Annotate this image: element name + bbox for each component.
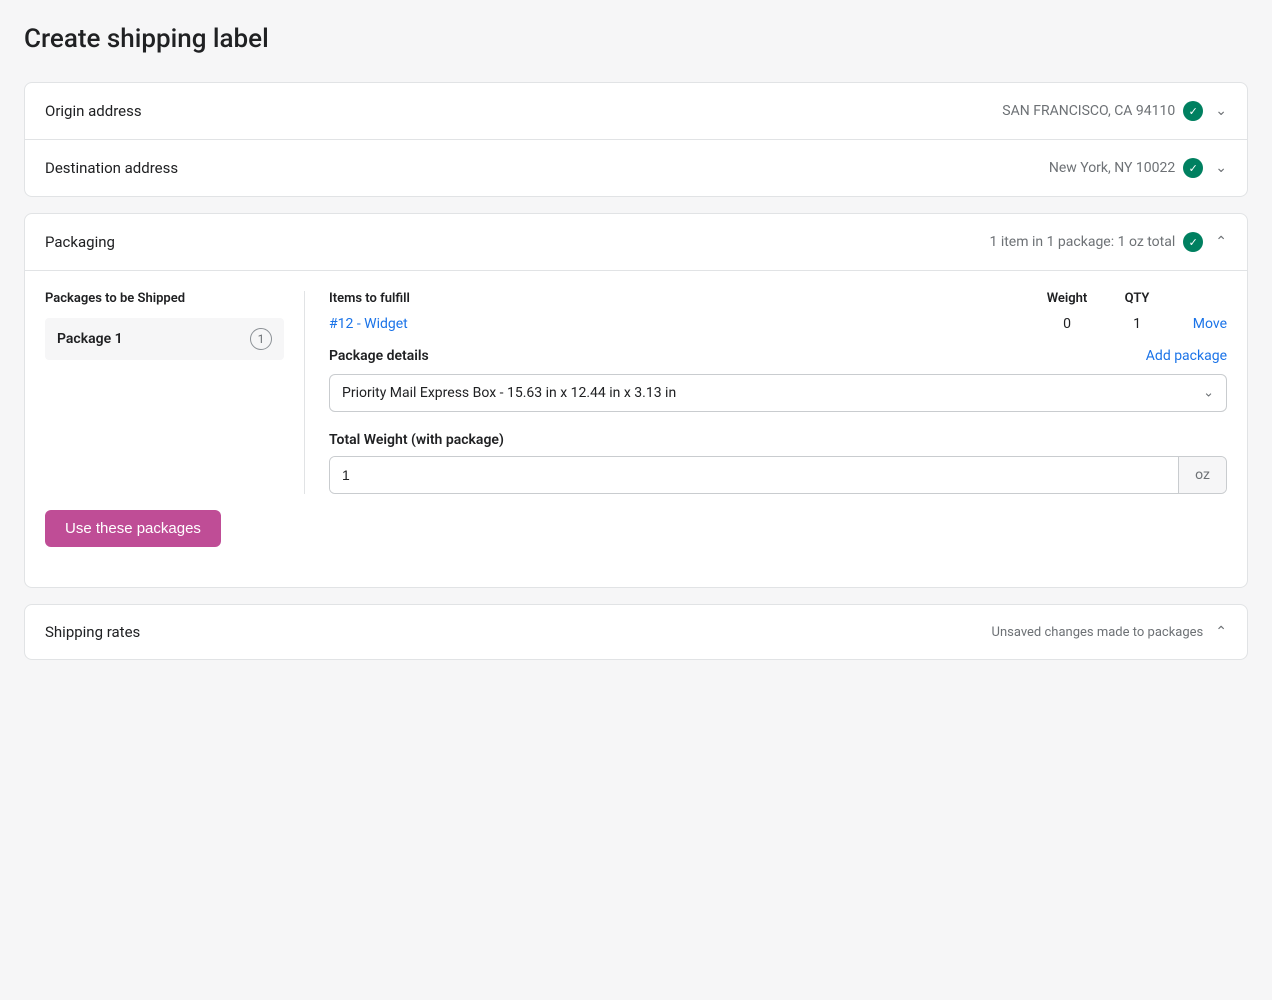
package-1-item[interactable]: Package 1 1	[45, 318, 284, 360]
packaging-section: Packaging 1 item in 1 package: 1 oz tota…	[24, 213, 1248, 588]
packaging-summary: 1 item in 1 package: 1 oz total	[989, 234, 1175, 250]
destination-address-right: New York, NY 10022 ✓ ⌄	[1049, 158, 1227, 178]
origin-verified-icon: ✓	[1183, 101, 1203, 121]
package-1-count: 1	[250, 328, 272, 350]
package-1-name: Package 1	[57, 331, 123, 347]
item-qty-value: 1	[1107, 316, 1167, 332]
origin-address-right: SAN FRANCISCO, CA 94110 ✓ ⌄	[1002, 101, 1227, 121]
packaging-header[interactable]: Packaging 1 item in 1 package: 1 oz tota…	[25, 214, 1247, 271]
weight-input[interactable]	[330, 457, 1178, 493]
packages-column-header: Packages to be Shipped	[45, 291, 284, 306]
add-package-link[interactable]: Add package	[1146, 348, 1227, 364]
weight-input-row: oz	[329, 456, 1227, 494]
package-details-label: Package details	[329, 348, 429, 364]
origin-address-value: SAN FRANCISCO, CA 94110	[1002, 103, 1175, 119]
package-type-select[interactable]: Priority Mail Express Box - 15.63 in x 1…	[329, 374, 1227, 412]
packaging-verified-icon: ✓	[1183, 232, 1203, 252]
total-weight-label: Total Weight (with package)	[329, 432, 1227, 448]
destination-verified-icon: ✓	[1183, 158, 1203, 178]
shipping-rates-chevron-up-icon: ⌃	[1215, 624, 1227, 640]
item-weight-value: 0	[1027, 316, 1107, 332]
item-move-link[interactable]: Move	[1167, 316, 1227, 332]
page-title: Create shipping label	[24, 24, 1248, 54]
total-weight-section: Total Weight (with package) oz	[329, 432, 1227, 494]
destination-address-row[interactable]: Destination address New York, NY 10022 ✓…	[25, 140, 1247, 196]
destination-chevron-down-icon: ⌄	[1215, 160, 1227, 176]
packaging-label: Packaging	[45, 233, 115, 251]
package-type-value: Priority Mail Express Box - 15.63 in x 1…	[342, 385, 676, 401]
packaging-body: Packages to be Shipped Package 1 1 Items…	[25, 271, 1247, 587]
origin-chevron-down-icon: ⌄	[1215, 103, 1227, 119]
packages-right: Items to fulfill Weight QTY #12 - Widget…	[305, 291, 1227, 494]
packaging-chevron-up-icon: ⌃	[1215, 234, 1227, 250]
packaging-header-right: 1 item in 1 package: 1 oz total ✓ ⌃	[989, 232, 1227, 252]
items-table-header: Items to fulfill Weight QTY	[329, 291, 1227, 306]
destination-address-value: New York, NY 10022	[1049, 160, 1175, 176]
items-col-qty-header: QTY	[1107, 291, 1167, 306]
package-select-chevron-down-icon: ⌄	[1203, 386, 1214, 401]
packages-grid: Packages to be Shipped Package 1 1 Items…	[45, 291, 1227, 494]
unsaved-changes-text: Unsaved changes made to packages	[992, 625, 1204, 640]
shipping-rates-label: Shipping rates	[45, 623, 140, 641]
use-packages-button[interactable]: Use these packages	[45, 510, 221, 547]
package-details-section: Package details Add package Priority Mai…	[329, 348, 1227, 494]
shipping-rates-section: Shipping rates Unsaved changes made to p…	[24, 604, 1248, 660]
weight-unit-label: oz	[1178, 457, 1226, 493]
package-details-header: Package details Add package	[329, 348, 1227, 364]
item-row: #12 - Widget 0 1 Move	[329, 316, 1227, 332]
packages-left: Packages to be Shipped Package 1 1	[45, 291, 305, 494]
shipping-rates-header[interactable]: Shipping rates Unsaved changes made to p…	[25, 605, 1247, 659]
origin-address-label: Origin address	[45, 102, 142, 120]
items-col-weight-header: Weight	[1027, 291, 1107, 306]
item-name-link[interactable]: #12 - Widget	[329, 316, 1027, 332]
shipping-rates-header-right: Unsaved changes made to packages ⌃	[992, 624, 1227, 640]
items-col-name-header: Items to fulfill	[329, 291, 1027, 306]
origin-address-row[interactable]: Origin address SAN FRANCISCO, CA 94110 ✓…	[25, 83, 1247, 140]
destination-address-label: Destination address	[45, 159, 178, 177]
